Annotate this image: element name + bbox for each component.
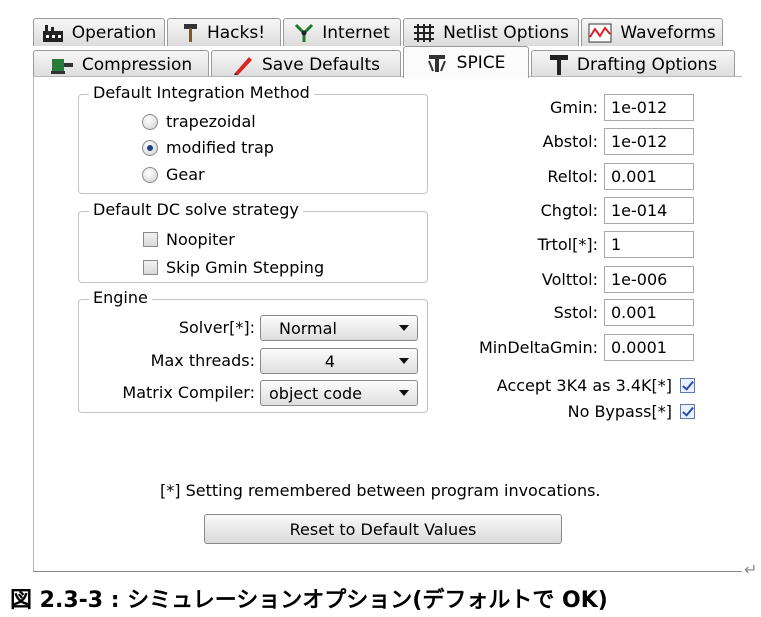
checkbox[interactable] <box>143 232 158 247</box>
tab-label: Compression <box>81 54 193 75</box>
radio-gear[interactable]: Gear <box>142 165 205 184</box>
max-threads-select[interactable]: 4 <box>260 348 418 374</box>
tab-operation[interactable]: Operation <box>33 18 165 46</box>
tab-row-2: Compression Save Defaults SPICE Drafting… <box>33 46 737 78</box>
tab-row-1: Operation Hacks! Internet Netlist Option… <box>33 16 725 46</box>
checkbox[interactable] <box>143 260 158 275</box>
sstol-field[interactable]: 0.001 <box>604 299 694 326</box>
button-label: Reset to Default Values <box>289 519 477 539</box>
checkbox-label: Noopiter <box>166 230 235 249</box>
select-value: object code <box>269 383 362 403</box>
hammer-icon <box>183 23 197 42</box>
mindeltagmin-label: MinDeltaGmin: <box>478 338 598 357</box>
tab-spice[interactable]: SPICE <box>403 46 529 78</box>
tab-label: SPICE <box>456 52 506 73</box>
return-mark: ↵ <box>744 560 758 579</box>
group-title: Default DC solve strategy <box>89 200 303 219</box>
chgtol-label: Chgtol: <box>540 201 598 220</box>
tab-internet[interactable]: Internet <box>283 18 401 46</box>
tab-hacks[interactable]: Hacks! <box>167 18 281 46</box>
chevron-down-icon <box>399 358 409 364</box>
checkbox[interactable] <box>680 378 695 393</box>
radio-button[interactable] <box>142 166 158 183</box>
network-icon <box>295 23 314 42</box>
drafting-hammer-icon <box>549 54 568 75</box>
matrix-compiler-select[interactable]: object code <box>260 380 418 406</box>
group-title: Default Integration Method <box>89 83 314 102</box>
radio-button[interactable] <box>142 139 158 156</box>
gmin-label: Gmin: <box>550 98 598 117</box>
checkbox-label: Accept 3K4 as 3.4K[*] <box>496 376 672 395</box>
volttol-field[interactable]: 1e-006 <box>604 266 694 293</box>
abstol-field[interactable]: 1e-012 <box>604 128 694 155</box>
remembered-note: [*] Setting remembered between program i… <box>160 481 601 500</box>
radio-button[interactable] <box>142 113 158 130</box>
solver-label: Solver[*]: <box>178 318 255 337</box>
reltol-field[interactable]: 0.001 <box>604 163 694 190</box>
tab-netlist-options[interactable]: Netlist Options <box>403 18 579 46</box>
max-threads-label: Max threads: <box>150 351 255 370</box>
reset-defaults-button[interactable]: Reset to Default Values <box>204 514 562 544</box>
select-value: 4 <box>324 351 336 371</box>
radio-label: Gear <box>166 165 205 184</box>
trtol-label: Trtol[*]: <box>537 235 598 254</box>
waveform-icon <box>588 23 612 42</box>
tab-label: Netlist Options <box>443 22 569 43</box>
radio-modified-trap[interactable]: modified trap <box>142 138 274 157</box>
gmin-field[interactable]: 1e-012 <box>604 94 694 121</box>
radio-trapezoidal[interactable]: trapezoidal <box>142 112 256 131</box>
radio-label: modified trap <box>166 138 274 157</box>
tab-label: Operation <box>71 22 157 43</box>
abstol-label: Abstol: <box>542 132 598 151</box>
checkbox-accept-3k4[interactable]: Accept 3K4 as 3.4K[*] <box>497 376 695 395</box>
tab-label: Save Defaults <box>261 54 381 75</box>
checkbox-label: Skip Gmin Stepping <box>166 258 325 277</box>
volttol-label: Volttol: <box>541 270 598 289</box>
trtol-field[interactable]: 1 <box>604 231 694 258</box>
matrix-compiler-label: Matrix Compiler: <box>122 383 255 402</box>
checkbox-label: No Bypass[*] <box>567 402 672 421</box>
solver-select[interactable]: Normal <box>260 315 418 341</box>
mindeltagmin-field[interactable]: 0.0001 <box>604 334 694 361</box>
reltol-label: Reltol: <box>547 167 598 186</box>
select-value: Normal <box>279 318 337 338</box>
pencil-icon <box>233 56 252 75</box>
checkbox-noopiter[interactable]: Noopiter <box>143 230 235 249</box>
chevron-down-icon <box>399 390 409 396</box>
tab-label: Drafting Options <box>576 54 718 75</box>
tab-waveforms[interactable]: Waveforms <box>581 18 723 46</box>
tab-compression[interactable]: Compression <box>33 50 209 78</box>
figure-caption: 図 2.3-3 : シミュレーションオプション(デフォルトで OK) <box>10 588 608 613</box>
radio-label: trapezoidal <box>166 112 256 131</box>
grid-icon <box>414 23 435 42</box>
tab-label: Waveforms <box>620 22 716 43</box>
chevron-down-icon <box>399 325 409 331</box>
tab-save-defaults[interactable]: Save Defaults <box>211 50 401 78</box>
tab-drafting-options[interactable]: Drafting Options <box>531 50 735 78</box>
spice-tools-icon <box>427 54 446 72</box>
group-title: Engine <box>89 288 152 307</box>
checkbox-no-bypass[interactable]: No Bypass[*] <box>568 402 695 421</box>
tab-label: Internet <box>322 22 390 43</box>
checkbox[interactable] <box>680 404 695 419</box>
chgtol-field[interactable]: 1e-014 <box>604 197 694 224</box>
tab-label: Hacks! <box>206 22 266 43</box>
checkbox-skip-gmin[interactable]: Skip Gmin Stepping <box>143 258 324 277</box>
vise-icon <box>50 58 73 74</box>
factory-icon <box>42 24 63 42</box>
sstol-label: Sstol: <box>553 303 598 322</box>
